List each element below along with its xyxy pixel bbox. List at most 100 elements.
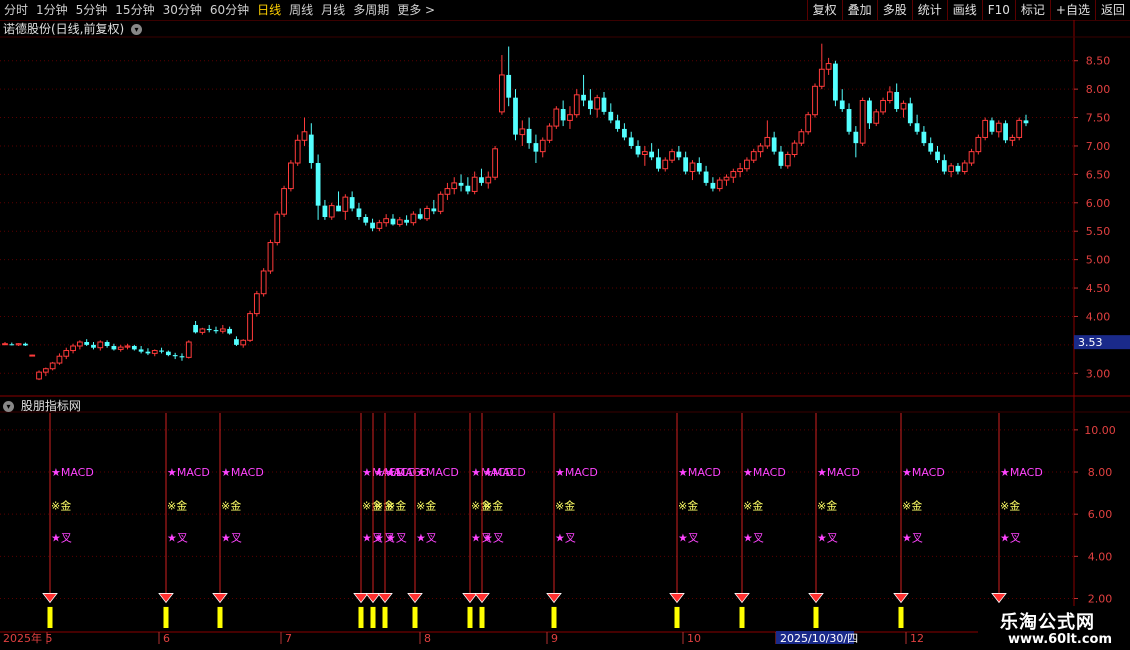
candle-body <box>431 208 437 212</box>
date-label: 2025年 5 <box>3 631 53 645</box>
candle-body <box>49 362 56 370</box>
date-label: 8 <box>424 632 431 645</box>
gold-label: ※金 <box>1000 499 1020 513</box>
candle-body <box>982 119 989 138</box>
macd-label: ★MACD <box>902 466 945 479</box>
candlestick-series <box>2 43 1029 381</box>
candle-body <box>404 219 409 223</box>
candle-body <box>771 137 777 152</box>
candle-body <box>812 85 818 116</box>
candle-body <box>764 136 771 147</box>
price-tick-label: 8.50 <box>1086 55 1111 68</box>
candle-body <box>390 218 396 225</box>
macd-label: ★MACD <box>1000 466 1043 479</box>
signal-bar <box>163 606 169 628</box>
signal-bar <box>467 606 473 628</box>
price-tick-label: 5.00 <box>1086 254 1111 267</box>
indicator-tick-label: 6.00 <box>1088 508 1113 521</box>
candle-body <box>730 171 737 178</box>
candle-body <box>138 349 144 352</box>
candle-body <box>185 341 192 358</box>
diamond-icon <box>353 593 369 604</box>
candle-body <box>669 151 675 161</box>
candle-body <box>649 151 655 158</box>
candle-body <box>219 328 226 332</box>
candle-body <box>696 163 702 172</box>
date-label: 9 <box>551 632 558 645</box>
candle-body <box>703 171 709 183</box>
cross-label: ★叉 <box>1000 531 1021 544</box>
candle-body <box>907 103 913 124</box>
candle-body <box>124 345 131 348</box>
candle-body <box>928 143 934 152</box>
candle-body <box>1023 120 1029 124</box>
gold-label: ※金 <box>221 499 241 513</box>
candle-body <box>608 111 614 121</box>
date-label: 10 <box>687 632 701 645</box>
macd-label: ★MACD <box>221 466 264 479</box>
candle-body <box>227 328 233 334</box>
candle-body <box>989 120 995 132</box>
gold-label: ※金 <box>51 499 71 513</box>
candle-body <box>97 341 104 349</box>
candle-body <box>615 120 620 129</box>
signal-bar <box>412 606 418 628</box>
candle-body <box>833 63 838 101</box>
candle-body <box>683 157 689 172</box>
signal-bar <box>47 606 53 628</box>
candle-body <box>281 188 287 215</box>
candle-body <box>179 356 185 358</box>
candle-body <box>15 343 22 346</box>
diamond-icon <box>158 593 174 604</box>
signal-bar <box>479 606 485 628</box>
diamond-icon <box>734 593 750 604</box>
candle-body <box>9 344 15 346</box>
signal-bar <box>551 606 557 628</box>
candle-body <box>492 148 498 178</box>
gold-label: ※金 <box>167 499 187 513</box>
diamond-icon <box>407 593 423 604</box>
candle-body <box>778 151 784 166</box>
candle-body <box>716 179 723 190</box>
candle-body <box>622 128 627 138</box>
candle-body <box>914 123 920 132</box>
candle-body <box>104 342 110 346</box>
price-tick-label: 4.50 <box>1086 282 1111 295</box>
candle-body <box>662 159 669 170</box>
macd-label: ★MACD <box>167 466 210 479</box>
candle-body <box>451 182 458 190</box>
candle-body <box>424 207 430 220</box>
candle-body <box>757 145 764 153</box>
cross-label: ★叉 <box>386 531 407 544</box>
indicator-title: 股朋指标网 <box>20 399 81 413</box>
gold-label: ※金 <box>817 499 837 513</box>
macd-label: ★MACD <box>51 466 94 479</box>
macd-label: ★MACD <box>483 466 526 479</box>
candle-body <box>921 131 927 144</box>
candle-body <box>376 222 383 229</box>
candle-body <box>539 139 546 153</box>
candle-body <box>471 176 478 192</box>
price-tick-label: 6.00 <box>1086 197 1111 210</box>
candle-body <box>458 182 464 186</box>
diamond-icon <box>212 593 228 604</box>
candle-body <box>159 350 164 352</box>
candle-body <box>941 160 947 172</box>
candle-body <box>370 222 375 229</box>
candle-body <box>213 330 219 332</box>
candle-body <box>641 151 648 155</box>
candle-body <box>853 131 859 144</box>
candle-body <box>995 122 1002 133</box>
chevron-down-icon[interactable]: ▾ <box>3 401 14 412</box>
candle-body <box>131 345 137 350</box>
gold-label: ※金 <box>386 499 406 513</box>
candle-body <box>328 205 335 218</box>
diamond-icon <box>991 593 1007 604</box>
candle-body <box>573 94 580 116</box>
price-axis: 8.50 8.00 7.50 7.00 6.50 6.00 5.50 5.00 4.50 4.00… <box>1074 55 1130 380</box>
candle-body <box>479 177 484 183</box>
candle-body <box>336 205 341 212</box>
indicator-tick-label: 10.00 <box>1084 424 1116 437</box>
candle-body <box>546 125 553 141</box>
candle-body <box>805 114 812 133</box>
